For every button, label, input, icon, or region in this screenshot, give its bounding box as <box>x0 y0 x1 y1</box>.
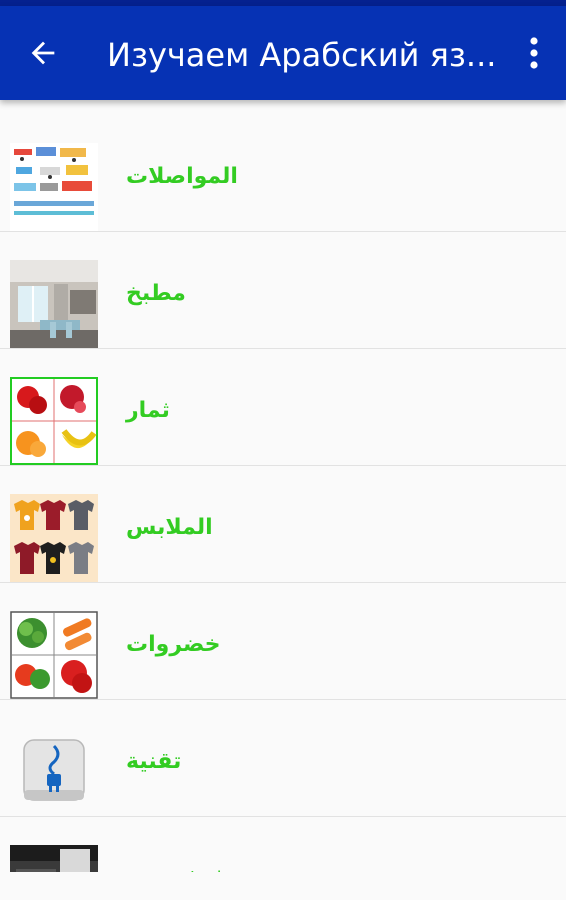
transport-icon <box>10 143 98 231</box>
overflow-menu-button[interactable] <box>512 28 556 78</box>
plug-icon <box>10 728 98 816</box>
vegetables-icon <box>10 611 98 699</box>
list-item-label: ثمار <box>126 398 170 423</box>
list-item-label: خضروات <box>126 632 221 657</box>
list-item-vegetables[interactable]: خضروات <box>0 583 566 700</box>
list-item-label: غرفة نوم <box>126 861 228 872</box>
list-item-kitchen[interactable]: مطبخ <box>0 232 566 349</box>
clothes-icon <box>10 494 98 582</box>
list-item-label: تقنية <box>126 749 182 774</box>
list-item-clothes[interactable]: الملابس <box>0 466 566 583</box>
more-vert-icon <box>530 37 538 69</box>
list-item-bedroom[interactable]: غرفة نوم <box>0 817 566 872</box>
list-item-fruits[interactable]: ثمار <box>0 349 566 466</box>
fruits-icon <box>10 377 98 465</box>
back-button[interactable] <box>18 28 68 78</box>
category-list: المواصلات مطبخ ثمار الملابس خضروات تقنية <box>0 100 566 872</box>
list-item-technology[interactable]: تقنية <box>0 700 566 817</box>
list-item-label: الملابس <box>126 515 213 540</box>
app-screen: Изучаем Арабский яз... المواصلات مطبخ ثم… <box>0 0 566 900</box>
bedroom-photo <box>10 845 98 872</box>
app-bar: Изучаем Арабский яз... <box>0 6 566 100</box>
kitchen-photo <box>10 260 98 348</box>
app-title: Изучаем Арабский яз... <box>107 36 497 74</box>
arrow-back-icon <box>31 41 55 65</box>
list-item-label: المواصلات <box>126 164 238 189</box>
list-bottom-edge <box>0 872 566 900</box>
list-item-transport[interactable]: المواصلات <box>0 115 566 232</box>
list-item-label: مطبخ <box>126 281 186 306</box>
